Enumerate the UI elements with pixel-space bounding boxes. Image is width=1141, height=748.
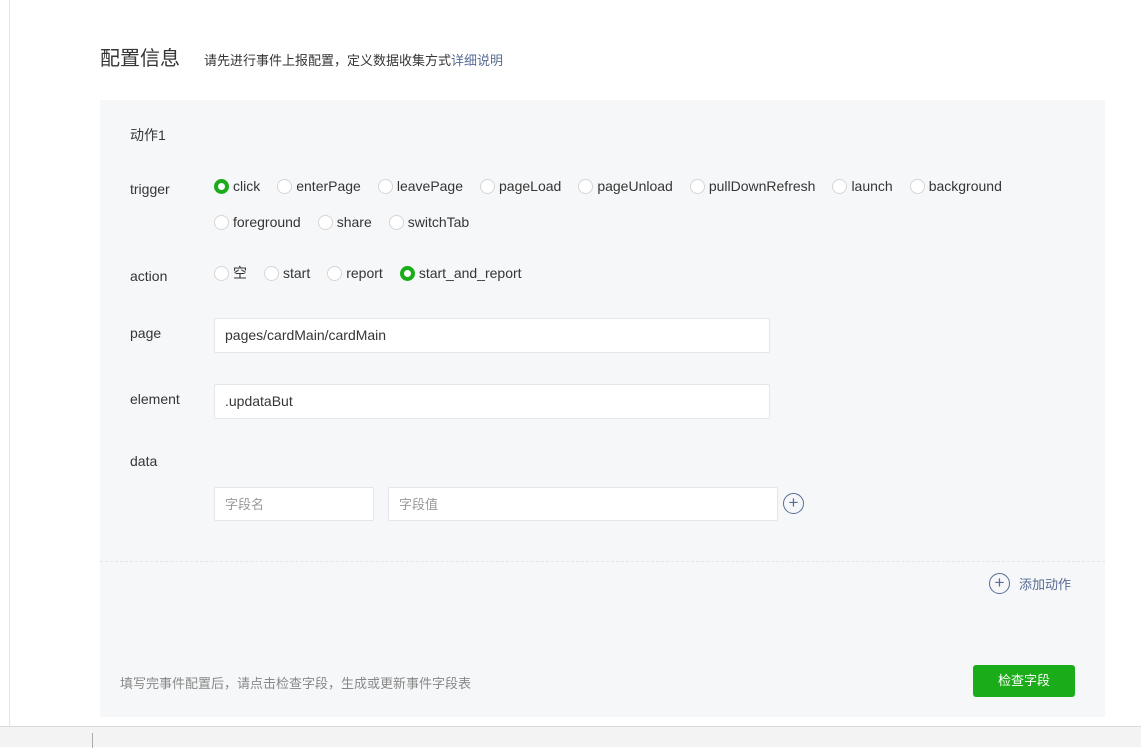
option-label: foreground <box>233 214 301 230</box>
check-fields-button[interactable]: 检查字段 <box>973 665 1075 697</box>
detail-link[interactable]: 详细说明 <box>451 53 503 68</box>
option-label: launch <box>851 178 893 194</box>
option-label: enterPage <box>296 178 361 194</box>
element-label: element <box>130 391 180 407</box>
page-header: 配置信息 请先进行事件上报配置，定义数据收集方式详细说明 <box>100 42 503 71</box>
radio-icon <box>327 265 343 281</box>
element-input[interactable]: .updataBut <box>214 384 770 419</box>
action-radio-group: 空 start report start_and_report <box>214 264 1074 282</box>
radio-icon <box>689 178 705 194</box>
separator <box>92 733 93 748</box>
footer-hint: 填写完事件配置后，请点击检查字段，生成或更新事件字段表 <box>120 676 472 691</box>
radio-icon <box>832 178 848 194</box>
option-label: background <box>928 178 1002 194</box>
trigger-option-click[interactable]: click <box>214 177 260 195</box>
page-description: 请先进行事件上报配置，定义数据收集方式详细说明 <box>204 50 503 69</box>
action-option-report[interactable]: report <box>327 264 383 282</box>
option-label: leavePage <box>396 178 464 194</box>
radio-icon <box>909 178 925 194</box>
trigger-option-pullDownRefresh[interactable]: pullDownRefresh <box>689 177 816 195</box>
radio-icon <box>214 265 229 281</box>
add-action-label: 添加动作 <box>1019 577 1072 592</box>
radio-icon <box>377 178 393 194</box>
field-value-input[interactable]: 字段值 <box>388 487 778 521</box>
option-label: switchTab <box>407 214 470 230</box>
page-input[interactable]: pages/cardMain/cardMain <box>214 318 770 353</box>
option-label: click <box>233 178 261 194</box>
config-panel: 动作1 trigger click enterPage leavePage pageL… <box>100 100 1105 717</box>
page-label: page <box>130 325 162 341</box>
description-text: 请先进行事件上报配置，定义数据收集方式 <box>204 53 452 68</box>
option-label: share <box>336 214 372 230</box>
radio-icon <box>214 214 229 230</box>
radio-icon <box>277 178 293 194</box>
divider <box>100 561 1105 562</box>
left-border <box>9 0 10 726</box>
bottom-status-bar <box>0 726 1141 748</box>
trigger-option-pageLoad[interactable]: pageLoad <box>480 177 561 195</box>
add-action-button[interactable]: + 添加动作 <box>989 573 1071 594</box>
page-title: 配置信息 <box>100 48 180 70</box>
trigger-option-leavePage[interactable]: leavePage <box>377 177 464 195</box>
trigger-option-switchTab[interactable]: switchTab <box>388 213 470 231</box>
action-option-空[interactable]: 空 <box>214 264 247 282</box>
add-field-plus-icon[interactable]: + <box>783 493 804 514</box>
radio-icon <box>214 178 229 194</box>
action-label: action <box>130 268 168 284</box>
trigger-option-launch[interactable]: launch <box>832 177 893 195</box>
trigger-option-enterPage[interactable]: enterPage <box>277 177 361 195</box>
option-label: report <box>346 265 383 281</box>
trigger-option-background[interactable]: background <box>909 177 1002 195</box>
option-label: 空 <box>233 265 247 281</box>
plus-circle-icon: + <box>989 573 1010 594</box>
trigger-option-foreground[interactable]: foreground <box>214 213 301 231</box>
trigger-option-share[interactable]: share <box>317 213 372 231</box>
radio-icon <box>399 265 415 281</box>
trigger-label: trigger <box>130 181 170 197</box>
option-label: start_and_report <box>418 265 522 281</box>
radio-icon <box>317 214 333 230</box>
option-label: start <box>283 265 311 281</box>
option-label: pullDownRefresh <box>708 178 816 194</box>
trigger-option-pageUnload[interactable]: pageUnload <box>578 177 673 195</box>
option-label: pageLoad <box>499 178 562 194</box>
trigger-radio-group: click enterPage leavePage pageLoad pageUnloa… <box>214 177 1074 231</box>
radio-icon <box>388 214 404 230</box>
field-name-input[interactable]: 字段名 <box>214 487 374 521</box>
action-title: 动作1 <box>130 127 166 143</box>
radio-icon <box>264 265 279 281</box>
action-option-start_and_report[interactable]: start_and_report <box>399 264 522 282</box>
data-label: data <box>130 453 158 469</box>
action-option-start[interactable]: start <box>264 264 310 282</box>
radio-icon <box>578 178 594 194</box>
option-label: pageUnload <box>597 178 673 194</box>
radio-icon <box>480 178 496 194</box>
